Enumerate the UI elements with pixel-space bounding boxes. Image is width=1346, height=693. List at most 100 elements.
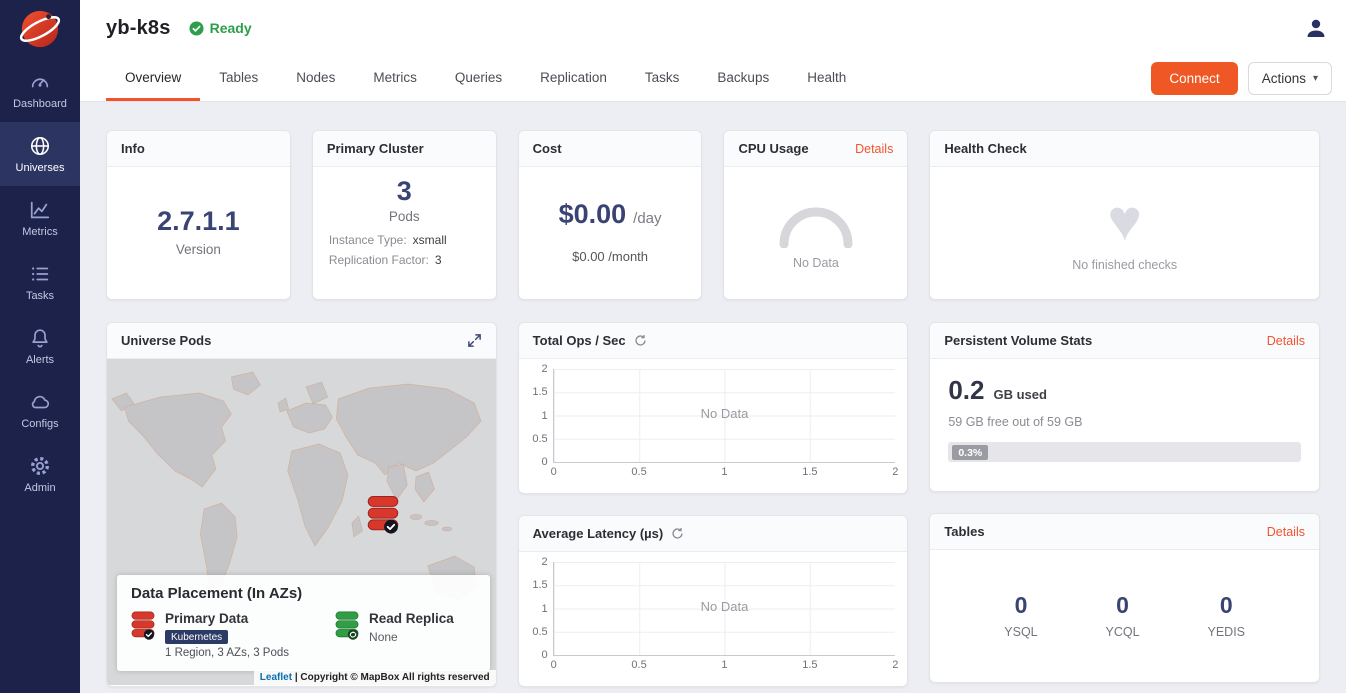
sidebar-item-alerts[interactable]: Alerts	[0, 314, 80, 378]
kubernetes-badge: Kubernetes	[165, 630, 228, 644]
yedis-label: YEDIS	[1208, 625, 1246, 639]
cpu-no-data: No Data	[793, 256, 839, 270]
tables-panel: Tables Details 0 YSQL 0 YCQL	[929, 513, 1320, 683]
health-check-panel: Health Check ♥ No finished checks	[929, 130, 1320, 300]
sidebar: Dashboard Universes Metrics	[0, 0, 80, 693]
x-axis-tick: 2	[892, 659, 898, 671]
alerts-bell-icon	[29, 327, 51, 349]
data-placement-card: Data Placement (In AZs)	[117, 575, 490, 671]
cpu-details-link[interactable]: Details	[855, 142, 893, 156]
version-label: Version	[176, 242, 221, 257]
y-axis-tick: 0	[542, 456, 548, 468]
cost-per-day-value: $0.00	[559, 200, 627, 230]
volume-details-link[interactable]: Details	[1267, 334, 1305, 348]
tab-queries[interactable]: Queries	[436, 56, 521, 101]
tab-health[interactable]: Health	[788, 56, 865, 101]
data-placement-title: Data Placement (In AZs)	[131, 585, 476, 602]
sidebar-item-dashboard[interactable]: Dashboard	[0, 58, 80, 122]
admin-gear-icon	[29, 455, 51, 477]
cpu-usage-panel: CPU Usage Details No Data	[723, 130, 908, 300]
read-replica-value: None	[369, 630, 454, 644]
x-axis-tick: 0	[551, 659, 557, 671]
yedis-stat: 0 YEDIS	[1208, 592, 1246, 639]
overview-content: Info 2.7.1.1 Version Primary Cluster 3 P…	[80, 102, 1346, 693]
volume-used-value: 0.2	[948, 375, 984, 406]
user-icon	[1304, 16, 1328, 40]
primary-data-summary: 1 Region, 3 AZs, 3 Pods	[165, 647, 289, 659]
cost-per-month: $0.00 /month	[572, 249, 648, 264]
tables-title: Tables	[944, 524, 984, 539]
ysql-count: 0	[1004, 592, 1037, 619]
health-empty-text: No finished checks	[1072, 258, 1177, 272]
tab-actions: Connect Actions ▾	[1151, 56, 1332, 101]
instance-type-value: xsmall	[413, 233, 447, 247]
refresh-icon[interactable]	[671, 527, 684, 540]
tab-backups[interactable]: Backups	[698, 56, 788, 101]
sidebar-item-label: Tasks	[26, 290, 54, 302]
sidebar-item-label: Alerts	[26, 354, 54, 366]
sidebar-item-tasks[interactable]: Tasks	[0, 250, 80, 314]
expand-icon	[467, 333, 482, 348]
x-axis-tick: 1.5	[802, 466, 817, 478]
tab-overview[interactable]: Overview	[106, 56, 200, 101]
tabs: Overview Tables Nodes Metrics Queries Re…	[106, 56, 865, 101]
universe-title: yb-k8s	[106, 17, 171, 40]
y-axis-tick: 0	[542, 649, 548, 661]
avg-latency-panel: Average Latency (µs) 2 1.5	[518, 515, 909, 687]
pods-label: Pods	[389, 209, 420, 224]
version-value: 2.7.1.1	[157, 207, 240, 237]
replica-database-icon	[335, 611, 359, 641]
y-axis-tick: 2	[542, 556, 548, 568]
stats-row: Info 2.7.1.1 Version Primary Cluster 3 P…	[106, 130, 1320, 300]
tables-details-link[interactable]: Details	[1267, 525, 1305, 539]
sidebar-item-metrics[interactable]: Metrics	[0, 186, 80, 250]
tab-tables[interactable]: Tables	[200, 56, 277, 101]
refresh-icon[interactable]	[634, 334, 647, 347]
cpu-usage-title: CPU Usage	[738, 141, 808, 156]
tab-replication[interactable]: Replication	[521, 56, 626, 101]
actions-dropdown-button[interactable]: Actions ▾	[1248, 62, 1332, 95]
pods-count: 3	[397, 177, 412, 207]
y-axis-tick: 1	[542, 603, 548, 615]
detail-row: Universe Pods	[106, 322, 1320, 687]
persistent-volume-title: Persistent Volume Stats	[944, 333, 1092, 348]
heart-icon: ♥	[1107, 192, 1141, 250]
dashboard-icon	[29, 71, 51, 93]
main-area: yb-k8s Ready Overview Tables Nodes	[80, 0, 1346, 693]
y-axis-tick: 1.5	[532, 579, 547, 591]
avg-latency-chart: 2 1.5 1 0.5 0 0 0.5 1 1.5 2 No Data	[519, 552, 908, 685]
total-ops-title: Total Ops / Sec	[533, 333, 626, 348]
x-axis-tick: 1.5	[802, 659, 817, 671]
primary-data-entry: Primary Data Kubernetes 1 Region, 3 AZs,…	[131, 611, 289, 659]
primary-database-icon	[131, 611, 155, 641]
sidebar-item-universes[interactable]: Universes	[0, 122, 80, 186]
sidebar-item-label: Admin	[24, 482, 55, 494]
x-axis-tick: 2	[892, 466, 898, 478]
tab-nodes[interactable]: Nodes	[277, 56, 354, 101]
expand-map-button[interactable]	[467, 333, 482, 348]
cost-per-day-unit: /day	[633, 210, 661, 227]
app-logo[interactable]	[0, 0, 80, 58]
read-replica-label: Read Replica	[369, 611, 454, 626]
primary-cluster-panel: Primary Cluster 3 Pods Instance Type:xsm…	[312, 130, 497, 300]
sidebar-item-admin[interactable]: Admin	[0, 442, 80, 506]
configs-cloud-icon	[29, 391, 51, 413]
world-map[interactable]: Data Placement (In AZs)	[107, 359, 496, 685]
check-circle-icon	[189, 21, 204, 36]
sidebar-item-label: Configs	[21, 418, 58, 430]
primary-data-map-marker[interactable]	[367, 496, 399, 535]
x-axis-tick: 1	[721, 466, 727, 478]
total-ops-chart: 2 1.5 1 0.5 0 0 0.5 1 1.5 2 No Data	[519, 359, 908, 492]
sidebar-item-configs[interactable]: Configs	[0, 378, 80, 442]
charts-column: Total Ops / Sec 2 1.5 1	[518, 322, 909, 687]
x-axis-tick: 0.5	[631, 659, 646, 671]
connect-button[interactable]: Connect	[1151, 62, 1237, 95]
user-menu-button[interactable]	[1304, 16, 1328, 40]
leaflet-link[interactable]: Leaflet	[260, 672, 292, 683]
x-axis-tick: 0	[551, 466, 557, 478]
tab-tasks[interactable]: Tasks	[626, 56, 699, 101]
map-copyright: | Copyright © MapBox All rights reserved	[295, 672, 490, 683]
cost-panel: Cost $0.00 /day $0.00 /month	[518, 130, 703, 300]
yugabyte-logo-icon	[19, 8, 61, 50]
tab-metrics[interactable]: Metrics	[354, 56, 436, 101]
